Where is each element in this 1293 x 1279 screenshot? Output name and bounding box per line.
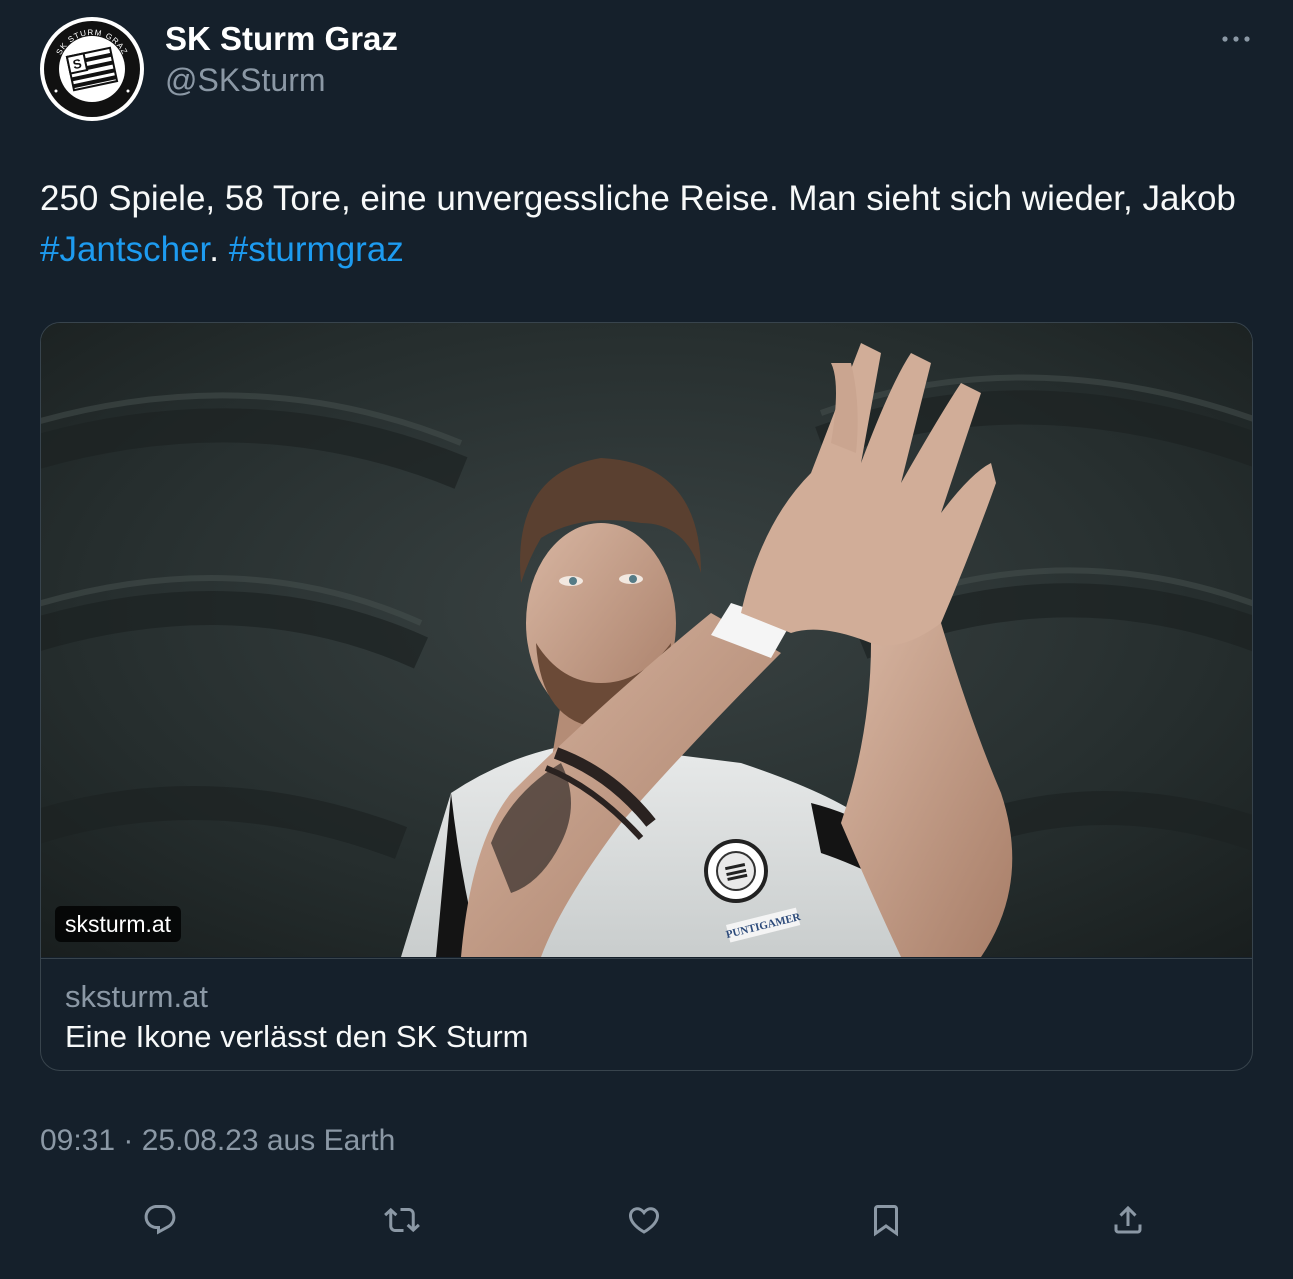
card-footer[interactable]: sksturm.at Eine Ikone verlässt den SK St… bbox=[41, 958, 1252, 1070]
more-options-button[interactable] bbox=[1214, 24, 1258, 54]
author-name[interactable]: SK Sturm Graz bbox=[165, 20, 398, 58]
tweet-meta: 09:31 · 25.08.23 aus Earth bbox=[40, 1124, 395, 1158]
bookmark-button[interactable] bbox=[864, 1198, 908, 1242]
retweet-button[interactable] bbox=[380, 1198, 424, 1242]
link-preview-card[interactable]: PUNTIGAMER sksturm.at sksturm.at Eine Ik… bbox=[40, 322, 1253, 1071]
tweet-text-part2: . bbox=[209, 230, 229, 269]
more-icon bbox=[1222, 36, 1250, 42]
hashtag-link-jantscher[interactable]: #Jantscher bbox=[40, 230, 209, 269]
tweet-text: 250 Spiele, 58 Tore, eine unvergessliche… bbox=[40, 173, 1255, 275]
hashtag-link-sturmgraz[interactable]: #sturmgraz bbox=[229, 230, 404, 269]
author-avatar[interactable]: S SK STURM GRAZ SEIT 1909 bbox=[40, 17, 144, 121]
player-photo: PUNTIGAMER bbox=[41, 323, 1252, 957]
tweet-date[interactable]: 25.08.23 bbox=[142, 1124, 259, 1157]
card-domain: sksturm.at bbox=[65, 979, 208, 1014]
tweet-time[interactable]: 09:31 bbox=[40, 1124, 115, 1157]
card-title: Eine Ikone verlässt den SK Sturm bbox=[65, 1019, 529, 1054]
share-icon bbox=[1114, 1205, 1142, 1234]
share-button[interactable] bbox=[1106, 1198, 1150, 1242]
meta-separator: · bbox=[115, 1124, 142, 1157]
like-icon bbox=[628, 1207, 660, 1234]
like-button[interactable] bbox=[622, 1198, 666, 1242]
bookmark-icon bbox=[874, 1205, 898, 1237]
reply-icon bbox=[144, 1205, 176, 1235]
tweet-text-part1: 250 Spiele, 58 Tore, eine unvergessliche… bbox=[40, 179, 1236, 218]
sk-sturm-logo: S SK STURM GRAZ SEIT 1909 bbox=[42, 19, 142, 119]
card-image[interactable]: PUNTIGAMER sksturm.at bbox=[41, 323, 1252, 957]
tweet-source: aus Earth bbox=[258, 1124, 396, 1157]
retweet-icon bbox=[384, 1207, 420, 1233]
author-handle[interactable]: @SKSturm bbox=[165, 62, 326, 99]
reply-button[interactable] bbox=[138, 1198, 182, 1242]
card-image-domain-badge: sksturm.at bbox=[55, 906, 182, 942]
tweet: S SK STURM GRAZ SEIT 1909 SK Sturm Graz … bbox=[0, 0, 1293, 1279]
